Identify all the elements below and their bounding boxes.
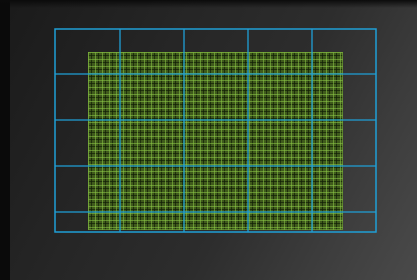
af-grid-overlay <box>54 28 377 233</box>
camera-viewfinder <box>0 0 417 280</box>
af-frame-border <box>54 28 377 233</box>
